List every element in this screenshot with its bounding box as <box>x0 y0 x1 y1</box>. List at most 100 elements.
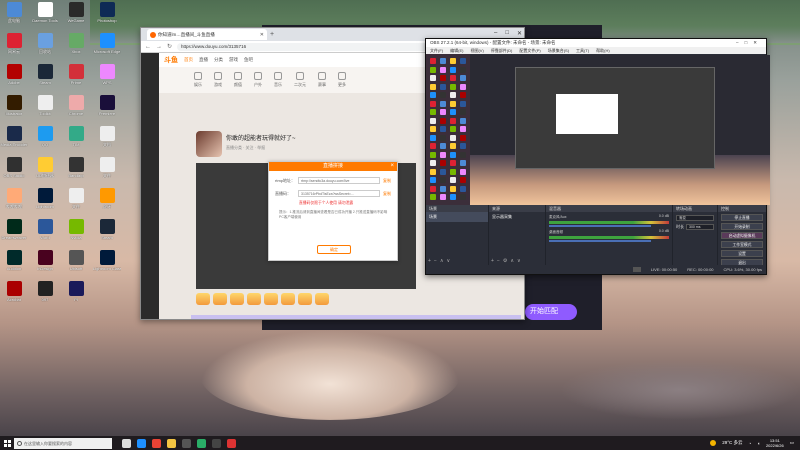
obs-menu-item[interactable]: 视图(V) <box>470 47 483 54</box>
virtual-camera-button[interactable]: 启动虚拟摄像机 <box>721 232 763 239</box>
category-item[interactable]: 娱乐 <box>194 72 202 88</box>
gift-item[interactable] <box>281 293 295 305</box>
desktop-volume-slider[interactable] <box>549 240 651 242</box>
copy-code-button[interactable]: 复制 <box>383 191 391 197</box>
obs-window-controls[interactable]: –□✕ <box>736 39 763 47</box>
desktop-icon[interactable]: Audition <box>2 250 26 282</box>
transition-select[interactable]: 渐变 <box>676 215 714 221</box>
forward-arrow-icon[interactable]: → <box>156 44 162 50</box>
close-window-button[interactable]: ✕ <box>517 30 522 37</box>
desktop-icon[interactable]: Media Encoder <box>1 126 27 158</box>
nav-home[interactable]: 首页 <box>184 57 193 63</box>
desktop-icon[interactable]: Toolkit <box>33 95 57 127</box>
desktop-icon[interactable]: Bandizip <box>64 157 88 189</box>
desktop-icon[interactable]: 此电脑 <box>2 2 26 34</box>
minimize-button[interactable]: – <box>494 30 497 37</box>
desktop-icon[interactable]: Adobe <box>2 64 26 96</box>
start-match-button[interactable]: 开始匹配 <box>525 304 577 320</box>
rtmp-field[interactable]: rtmp://sendtc3a.douyu.com/live <box>298 177 380 184</box>
gift-item[interactable] <box>264 293 278 305</box>
gift-item[interactable] <box>298 293 312 305</box>
scene-item[interactable]: 场景 <box>426 212 488 222</box>
gift-item[interactable] <box>247 293 261 305</box>
source-item[interactable]: 显示器采集 <box>489 212 545 222</box>
desktop-icon[interactable]: Prime <box>64 64 88 96</box>
obs-menu-item[interactable]: 场景集合(S) <box>548 47 569 54</box>
desktop-icon[interactable]: Steam <box>95 219 119 251</box>
category-item[interactable]: 游戏 <box>214 72 222 88</box>
desktop-icon[interactable]: 文档 <box>95 126 119 158</box>
desktop-icon[interactable]: 文件 <box>95 157 119 189</box>
reload-icon[interactable]: ↻ <box>167 43 172 50</box>
notification-icon[interactable]: ▭ <box>790 440 794 446</box>
desktop-icon[interactable]: Lightroom Classic <box>93 250 121 282</box>
category-item[interactable]: 音乐 <box>274 72 282 88</box>
desktop-icon[interactable]: Ubisoft <box>64 250 88 282</box>
task-view-icon[interactable] <box>122 438 131 448</box>
store-icon[interactable] <box>182 438 191 448</box>
weather-text[interactable]: 29°C 多云 <box>722 440 742 446</box>
back-arrow-icon[interactable]: ← <box>145 44 151 50</box>
desktop-icon[interactable]: Lightroom <box>33 188 57 220</box>
gift-item[interactable] <box>196 293 210 305</box>
chrome-icon[interactable] <box>152 438 161 448</box>
network-icon[interactable]: ◔ <box>749 441 752 446</box>
stream-code-field[interactable]: 3135716rPbdTisEza?wsSecret=… <box>298 190 380 197</box>
desktop-icon[interactable]: Steam <box>33 64 57 96</box>
settings-button[interactable]: 设置 <box>721 250 763 257</box>
weather-icon[interactable] <box>710 440 717 446</box>
desktop-icon[interactable]: WeGame <box>64 2 88 34</box>
sources-controls[interactable]: +−⚙∧∨ <box>491 258 524 264</box>
taskbar-search[interactable]: 在这里输入你要搜索的内容 <box>14 437 112 449</box>
maximize-button[interactable]: □ <box>505 30 509 37</box>
category-item[interactable]: 二次元 <box>294 72 306 88</box>
obs-menu-item[interactable]: 帮助(H) <box>596 47 610 54</box>
category-item[interactable]: 赛事 <box>318 72 326 88</box>
confirm-button[interactable]: 确定 <box>317 245 351 254</box>
desktop-icon[interactable]: 虎牙 <box>95 188 119 220</box>
desktop-icon[interactable]: TIM <box>64 126 88 158</box>
nav-category[interactable]: 分类 <box>214 57 223 63</box>
obs-menu-item[interactable]: 停靠部件(D) <box>491 47 513 54</box>
app-icon[interactable] <box>227 438 236 448</box>
close-icon[interactable]: × <box>390 162 394 171</box>
wechat-icon[interactable] <box>197 438 206 448</box>
desktop-icon[interactable]: Dreamweaver <box>2 219 26 251</box>
gift-item[interactable] <box>315 293 329 305</box>
desktop-icon[interactable]: Nvidia <box>64 219 88 251</box>
desktop-icon[interactable]: InDesign <box>33 250 57 282</box>
nav-games[interactable]: 游戏 <box>229 57 238 63</box>
browser-tab[interactable]: 你知道lm…直播间_斗鱼直播 ✕ <box>147 29 267 40</box>
start-button[interactable] <box>0 436 14 450</box>
obs-icon[interactable] <box>212 438 221 448</box>
streamer-avatar[interactable] <box>196 131 222 157</box>
desktop-icon[interactable]: UU加速器 <box>33 157 57 189</box>
desktop-icon[interactable]: 回收站 <box>33 33 57 65</box>
obs-menu-item[interactable]: 编辑(E) <box>450 47 463 54</box>
scenes-controls[interactable]: +−∧∨ <box>428 258 453 264</box>
new-tab-icon[interactable]: + <box>270 31 274 38</box>
close-tab-icon[interactable]: ✕ <box>260 32 264 38</box>
stop-streaming-button[interactable]: 停止直播 <box>721 214 763 221</box>
edge-icon[interactable] <box>137 438 146 448</box>
desktop-icon[interactable]: QQ <box>33 126 57 158</box>
desktop-icon[interactable]: Chrome <box>64 95 88 127</box>
mic-volume-slider[interactable] <box>549 225 651 227</box>
desktop-icon[interactable]: Xbox <box>64 33 88 65</box>
obs-menu-item[interactable]: 文件(F) <box>430 47 443 54</box>
desktop-icon[interactable]: Daemon Tools <box>32 2 58 34</box>
gift-item[interactable] <box>213 293 227 305</box>
desktop-icon[interactable]: 哔哩哔哩 <box>2 188 26 220</box>
desktop-icon[interactable]: Microsoft Edge <box>94 33 120 65</box>
gift-item[interactable] <box>230 293 244 305</box>
desktop-icon[interactable]: Acrobat <box>2 281 26 313</box>
desktop-icon[interactable]: Pl <box>64 281 88 313</box>
folder-icon[interactable] <box>167 438 176 448</box>
desktop-icon[interactable]: WPS <box>95 64 119 96</box>
desktop-icon[interactable]: 网易云 <box>2 33 26 65</box>
category-item[interactable]: 户外 <box>254 72 262 88</box>
nav-fishbar[interactable]: 鱼吧 <box>244 57 253 63</box>
copy-rtmp-button[interactable]: 复制 <box>383 178 391 184</box>
category-item[interactable]: 更多 <box>338 72 346 88</box>
desktop-icon[interactable]: 文件 <box>64 188 88 220</box>
